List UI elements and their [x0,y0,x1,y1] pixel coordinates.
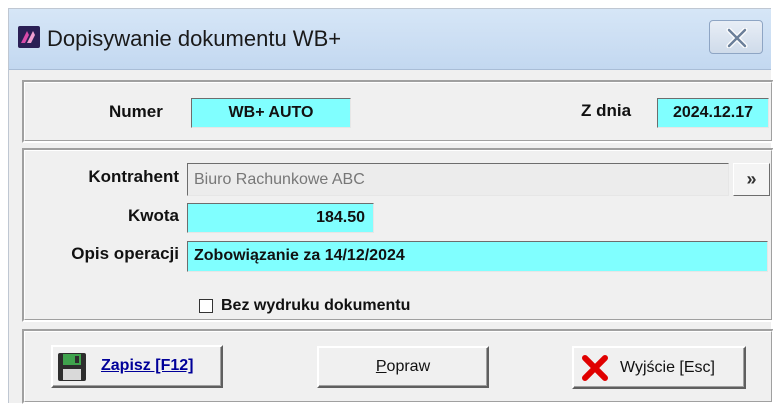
kwota-label: Kwota [128,206,179,225]
floppy-disk-icon [58,353,86,381]
close-icon [726,28,748,48]
close-button[interactable] [709,20,763,54]
numer-field[interactable]: WB+ AUTO [191,98,351,128]
exit-button-label: Wyjście [Esc] [620,359,715,376]
save-button[interactable]: Zapisz [F12] [51,345,223,388]
dialog-window: Dopisywanie dokumentu WB+ Numer WB+ AUTO… [8,8,773,404]
opis-field[interactable]: Zobowiązanie za 14/12/2024 [187,241,768,272]
numer-label: Numer [109,102,163,121]
no-print-checkbox[interactable] [199,299,213,313]
kwota-field[interactable]: 184.50 [187,203,374,233]
fix-button-label: Popraw [375,358,431,375]
opis-label: Opis operacji [71,244,179,263]
exit-button[interactable]: Wyjście [Esc] [572,346,746,389]
fix-button[interactable]: Popraw [317,346,489,388]
kontrahent-field[interactable]: Biuro Rachunkowe ABC [187,163,729,196]
kontrahent-select-button[interactable]: » [733,163,770,196]
no-print-label[interactable]: Bez wydruku dokumentu [221,297,410,315]
date-field[interactable]: 2024.12.17 [657,98,769,128]
window-title: Dopisywanie dokumentu WB+ [47,26,342,51]
red-x-icon [582,355,608,381]
kontrahent-label: Kontrahent [88,167,179,186]
save-button-label: Zapisz [F12] [101,357,194,374]
header-panel: Numer WB+ AUTO Z dnia 2024.12.17 [22,80,773,143]
title-bar[interactable]: Dopisywanie dokumentu WB+ [9,9,771,70]
date-label: Z dnia [581,101,632,120]
app-logo-icon [18,26,40,48]
